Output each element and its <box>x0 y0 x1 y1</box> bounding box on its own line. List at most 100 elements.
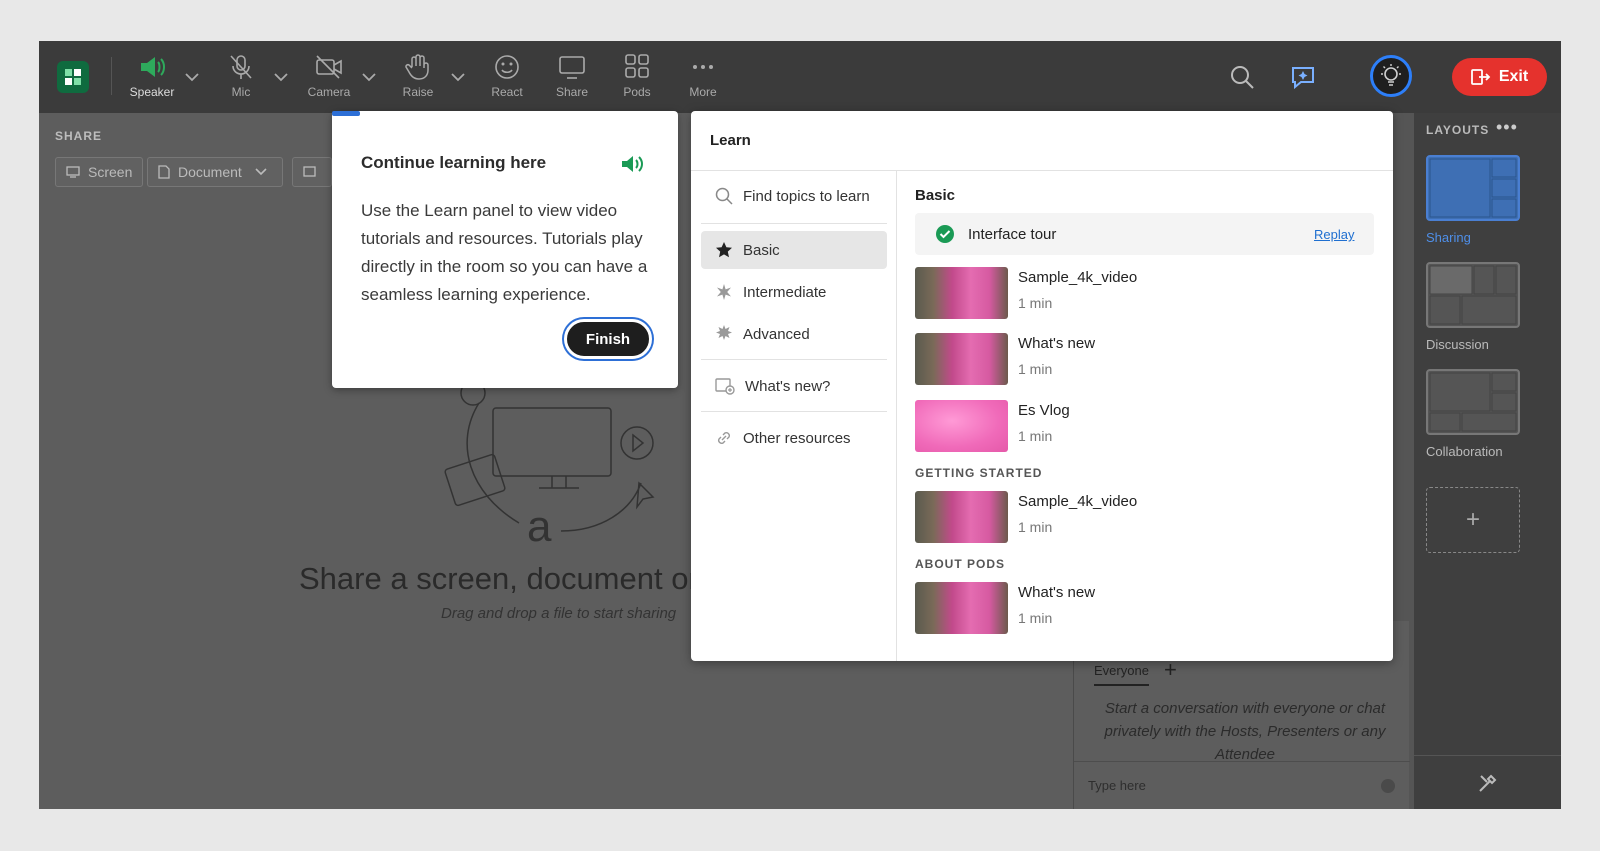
video-item[interactable]: Es Vlog 1 min <box>915 400 1355 454</box>
more-dots-icon <box>693 65 713 69</box>
exit-button[interactable]: Exit <box>1452 58 1547 96</box>
learn-search-input[interactable]: Find topics to learn <box>701 177 887 215</box>
share-button[interactable]: Share <box>537 51 607 107</box>
learn-sidebar: Find topics to learn Basic Intermediate … <box>691 171 897 661</box>
lightbulb-icon <box>1381 64 1401 86</box>
exit-icon <box>1470 69 1491 85</box>
share-illustration-icon: a <box>444 380 655 543</box>
speaker-chevron-down-icon[interactable] <box>184 71 200 83</box>
learn-nav-advanced-label: Advanced <box>743 325 810 343</box>
layout-discussion-thumbnail[interactable] <box>1426 262 1520 328</box>
learn-content: Basic Interface tour Replay Sample_4k_vi… <box>898 171 1393 661</box>
learn-onboarding-tooltip: Continue learning here Use the Learn pan… <box>332 111 678 388</box>
react-button[interactable]: React <box>472 51 542 107</box>
chat-tab-everyone[interactable]: Everyone <box>1094 663 1149 686</box>
video-title: Es Vlog <box>1018 402 1070 419</box>
document-chevron-down-icon[interactable] <box>254 167 268 177</box>
burst-icon <box>716 325 732 340</box>
monitor-icon <box>559 56 585 79</box>
mic-button[interactable]: Mic <box>206 51 276 107</box>
camera-label: Camera <box>307 85 351 99</box>
video-item[interactable]: Sample_4k_video 1 min <box>915 491 1355 545</box>
star-filled-icon <box>716 242 732 258</box>
share-screen-button[interactable]: Screen <box>55 157 144 187</box>
speaker-label: Speaker <box>129 85 175 99</box>
video-title: Sample_4k_video <box>1018 493 1138 510</box>
share-headline: Share a screen, document or w <box>299 561 730 596</box>
finish-button[interactable]: Finish <box>564 319 652 359</box>
news-icon <box>715 378 735 395</box>
sparkle-icon <box>717 284 731 300</box>
learn-nav-whats-new[interactable]: What's new? <box>701 367 887 405</box>
top-toolbar: Speaker Mic Camera Raise React Share Pod… <box>39 41 1561 113</box>
chat-button[interactable] <box>1285 59 1321 95</box>
learn-panel: Learn Find topics to learn Basic Interme… <box>691 111 1393 661</box>
chat-empty-message: Start a conversation with everyone or ch… <box>1104 700 1386 763</box>
onboarding-progress <box>332 111 360 116</box>
video-thumbnail <box>915 491 1008 543</box>
layouts-footer <box>1414 755 1561 809</box>
add-layout-button[interactable]: + <box>1426 487 1520 553</box>
video-title: What's new <box>1018 335 1096 352</box>
mic-chevron-down-icon[interactable] <box>273 71 289 83</box>
video-item[interactable]: Sample_4k_video 1 min <box>915 267 1355 321</box>
document-icon <box>158 165 170 179</box>
audio-icon[interactable] <box>620 153 646 175</box>
camera-button[interactable]: Camera <box>294 51 364 107</box>
layout-sharing-label[interactable]: Sharing <box>1426 230 1471 245</box>
tools-icon[interactable] <box>1477 772 1499 794</box>
video-duration: 1 min <box>1018 519 1053 535</box>
learn-nav-basic[interactable]: Basic <box>701 231 887 269</box>
layout-sharing-thumbnail[interactable] <box>1426 155 1520 221</box>
raise-chevron-down-icon[interactable] <box>450 71 466 83</box>
video-thumbnail <box>915 582 1008 634</box>
learn-nav-advanced[interactable]: Advanced <box>701 315 887 353</box>
video-duration: 1 min <box>1018 428 1053 444</box>
tooltip-body: Use the Learn panel to view video tutori… <box>361 201 648 304</box>
info-icon[interactable] <box>1380 778 1396 794</box>
chat-input-placeholder: Type here <box>1088 778 1146 793</box>
section-title-getting-started: GETTING STARTED <box>915 466 1043 480</box>
learn-nav-other-resources[interactable]: Other resources <box>701 419 887 457</box>
share-label: Share <box>555 85 589 99</box>
video-title: What's new <box>1018 584 1096 601</box>
chat-input[interactable]: Type here <box>1074 761 1410 809</box>
video-item[interactable]: What's new 1 min <box>915 582 1355 636</box>
tooltip-title: Continue learning here <box>361 153 547 172</box>
toolbar-divider <box>111 57 112 95</box>
speaker-button[interactable]: Speaker <box>117 51 187 107</box>
more-button[interactable]: More <box>668 51 738 107</box>
learn-toggle-button[interactable] <box>1370 55 1412 97</box>
section-title-about-pods: ABOUT PODS <box>915 557 1006 571</box>
video-item[interactable]: What's new 1 min <box>915 333 1355 387</box>
layout-collaboration-thumbnail[interactable] <box>1426 369 1520 435</box>
layout-discussion-label[interactable]: Discussion <box>1426 337 1489 352</box>
monitor-icon <box>66 166 80 178</box>
raise-hand-button[interactable]: Raise <box>383 51 453 107</box>
smiley-icon <box>495 55 519 79</box>
layout-collaboration-label[interactable]: Collaboration <box>1426 444 1503 459</box>
interface-tour-row[interactable]: Interface tour Replay <box>915 213 1374 255</box>
chat-sparkle-icon <box>1292 67 1314 90</box>
camera-chevron-down-icon[interactable] <box>361 71 377 83</box>
exit-label: Exit <box>1498 68 1529 85</box>
check-circle-icon <box>936 225 954 243</box>
more-label: More <box>689 85 717 99</box>
pods-button[interactable]: Pods <box>602 51 672 107</box>
replay-link[interactable]: Replay <box>1314 227 1354 242</box>
learn-title: Learn <box>710 132 751 149</box>
layouts-more-icon[interactable]: ••• <box>1496 117 1518 138</box>
search-icon <box>715 187 733 205</box>
mic-off-icon <box>230 55 252 79</box>
raise-label: Raise <box>402 85 434 99</box>
video-title: Sample_4k_video <box>1018 269 1138 286</box>
video-thumbnail <box>915 267 1008 319</box>
share-whiteboard-button[interactable] <box>292 157 332 187</box>
grid-icon <box>625 54 649 78</box>
learn-nav-other-resources-label: Other resources <box>743 429 851 447</box>
video-thumbnail <box>915 400 1008 452</box>
share-document-button[interactable]: Document <box>147 157 283 187</box>
learn-header: Learn <box>691 111 1393 171</box>
learn-nav-intermediate[interactable]: Intermediate <box>701 273 887 311</box>
search-button[interactable] <box>1224 59 1260 95</box>
